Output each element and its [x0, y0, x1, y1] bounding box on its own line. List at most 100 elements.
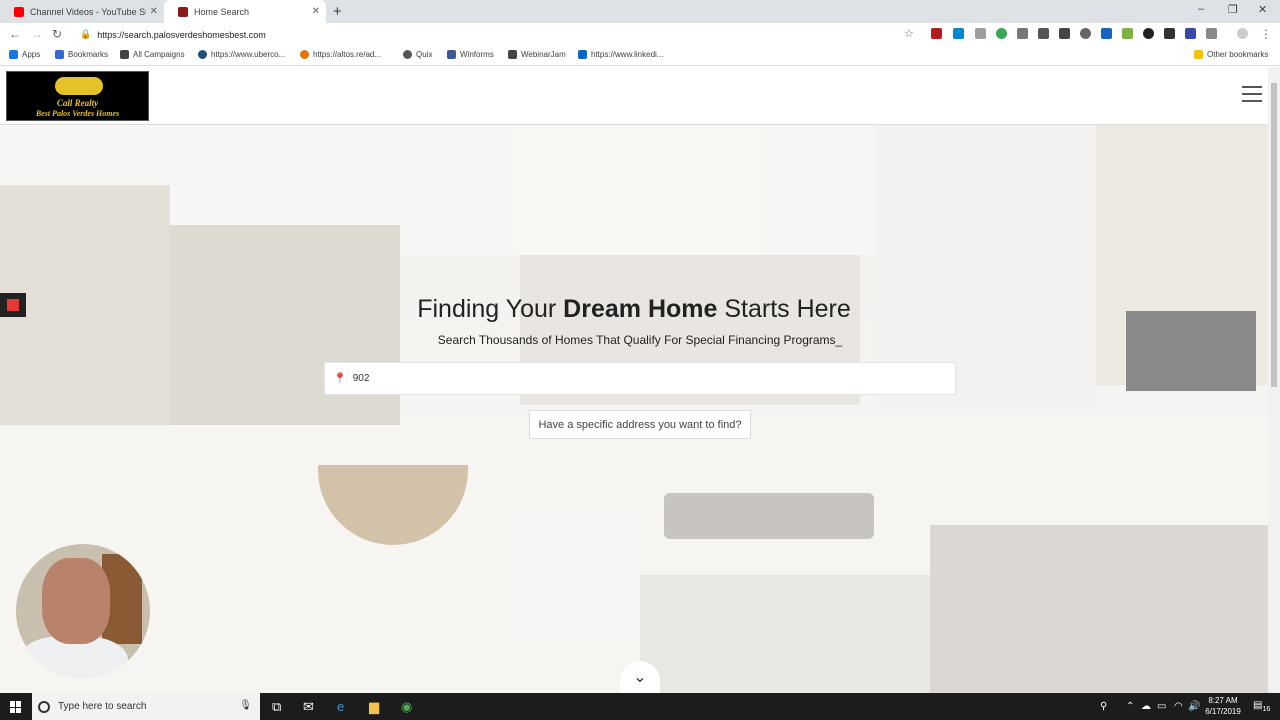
tray-chevron-icon[interactable]: ⌃ [1126, 701, 1134, 712]
headline-post: Starts Here [717, 295, 851, 323]
bookmark-quix[interactable]: Quix [403, 50, 432, 59]
menu-dots-icon[interactable]: ⋮ [1260, 27, 1272, 41]
link-icon[interactable] [1059, 28, 1070, 39]
winforms-icon [447, 50, 456, 59]
bookmark-label: Other bookmarks [1207, 50, 1269, 59]
bookmarks-bar: Apps Bookmarks All Campaigns https://www… [0, 46, 1280, 66]
profile-avatar-icon[interactable] [1237, 28, 1248, 39]
bookmark-linkedin[interactable]: https://www.linkedi... [578, 50, 663, 59]
extension-icon[interactable] [1101, 28, 1112, 39]
youtube-icon [14, 6, 24, 17]
folder-icon [1194, 50, 1203, 59]
notification-count: 16 [1262, 706, 1271, 713]
location-search-input[interactable] [352, 373, 913, 384]
record-stop-icon [7, 299, 19, 311]
bookmark-label: https://www.linkedi... [591, 50, 664, 59]
onedrive-icon[interactable]: ☁ [1141, 701, 1151, 712]
url-text: https://search.palosverdeshomesbest.com [97, 29, 266, 40]
webcam-overlay [16, 544, 150, 678]
extension-icon[interactable] [953, 28, 964, 39]
chrome-icon[interactable]: ◉ [401, 699, 412, 715]
bookmark-label: Winforms [460, 50, 494, 59]
page-scrollbar[interactable] [1268, 67, 1280, 693]
people-icon[interactable]: ⚲ [1100, 701, 1107, 712]
clock-time: 8:27 AM [1208, 696, 1238, 705]
bookmark-all-campaigns[interactable]: All Campaigns [120, 50, 185, 59]
headline-pre: Finding Your [417, 295, 564, 323]
mail-icon[interactable]: ✉ [303, 699, 314, 715]
hero-subheadline: Search Thousands of Homes That Qualify F… [437, 333, 843, 347]
site-favicon-icon [178, 6, 188, 17]
webcam-person-face [42, 558, 110, 644]
reload-icon[interactable]: ↻ [52, 27, 62, 41]
close-window-icon[interactable]: ✕ [1258, 3, 1267, 16]
quix-icon [403, 50, 412, 59]
windows-taskbar: Type here to search 🎙 ⧉ ✉ e ▆ ◉ ⚲ ⌃ ☁ ▭ … [0, 693, 1280, 720]
bookmark-label: https://www.uberco... [211, 50, 286, 59]
notification-center-icon[interactable]: ▤16 [1253, 700, 1270, 713]
bookmark-winforms[interactable]: Winforms [447, 50, 494, 59]
bookmark-altos[interactable]: https://altos.re/ad... [300, 50, 381, 59]
bookmark-bookmarks[interactable]: Bookmarks [55, 50, 108, 59]
altos-icon [300, 50, 309, 59]
bookmark-webinarjam[interactable]: WebinarJam [508, 50, 566, 59]
location-search-bar[interactable]: 📍 [324, 362, 956, 395]
taskbar-clock[interactable]: 8:27 AM 6/17/2019 [1200, 695, 1246, 717]
windows-start-icon[interactable] [10, 701, 22, 713]
new-tab-button[interactable]: + [333, 3, 342, 20]
extension-icon[interactable] [1122, 28, 1133, 39]
bookmark-label: WebinarJam [521, 50, 566, 59]
acrobat-extension-icon[interactable] [931, 28, 942, 39]
tab-channel-videos[interactable]: Channel Videos - YouTube Studio ✕ [0, 0, 164, 23]
bookmark-star-icon[interactable]: ☆ [904, 27, 914, 40]
map-pin-icon: 📍 [333, 373, 347, 385]
specific-address-button[interactable]: Have a specific address you want to find… [529, 410, 751, 439]
taskbar-search-placeholder: Type here to search [58, 701, 147, 712]
hero-overlay [0, 125, 1268, 693]
extension-icon[interactable] [1080, 28, 1091, 39]
bookmark-label: All Campaigns [133, 50, 185, 59]
volume-icon[interactable]: 🔊 [1188, 701, 1200, 712]
edge-browser-icon[interactable]: e [337, 699, 344, 714]
apps-icon [9, 50, 18, 59]
headline-bold: Dream Home [563, 295, 718, 323]
hamburger-menu-icon[interactable] [1242, 86, 1262, 104]
extension-icon[interactable] [1143, 28, 1154, 39]
scrollbar-thumb[interactable] [1271, 83, 1277, 387]
back-icon[interactable]: ← [9, 27, 21, 41]
minimize-icon[interactable]: – [1198, 3, 1204, 15]
address-bar[interactable]: 🔒 https://search.palosverdeshomesbest.co… [76, 25, 920, 44]
extension-icon[interactable] [996, 28, 1007, 39]
webinarjam-icon [508, 50, 517, 59]
extension-icon[interactable] [1185, 28, 1196, 39]
site-logo[interactable]: Call Realty Best Palos Verdes Homes [6, 71, 149, 121]
extension-icon[interactable] [975, 28, 986, 39]
scroll-down-chevron-icon[interactable]: ⌄ [620, 661, 660, 693]
battery-icon[interactable]: ▭ [1157, 701, 1166, 712]
logo-line2: Best Palos Verdes Homes [35, 109, 120, 118]
close-icon[interactable]: ✕ [312, 6, 320, 17]
site-header: Call Realty Best Palos Verdes Homes [0, 67, 1268, 125]
hero-headline: Finding Your Dream Home Starts Here [0, 295, 1268, 324]
microphone-icon[interactable]: 🎙 [239, 700, 252, 711]
tab-home-search[interactable]: Home Search ✕ [164, 0, 326, 23]
wifi-icon[interactable]: ◠ [1174, 701, 1183, 712]
bookmark-label: Quix [416, 50, 433, 59]
logo-emblem-icon [55, 77, 103, 95]
file-explorer-icon[interactable]: ▆ [369, 699, 379, 715]
extension-icon[interactable] [1017, 28, 1028, 39]
bookmark-apps[interactable]: Apps [9, 50, 40, 59]
task-view-icon[interactable]: ⧉ [272, 699, 281, 715]
extension-icon[interactable] [1206, 28, 1217, 39]
record-indicator[interactable] [0, 293, 26, 317]
taskbar-search-box[interactable]: Type here to search 🎙 [32, 693, 260, 720]
lock-icon: 🔒 [80, 29, 92, 39]
bookmark-other[interactable]: Other bookmarks [1194, 50, 1268, 59]
extension-icon[interactable] [1038, 28, 1049, 39]
close-icon[interactable]: ✕ [150, 6, 158, 17]
cortana-icon [38, 700, 50, 713]
bookmark-uberco[interactable]: https://www.uberco... [198, 50, 285, 59]
restore-icon[interactable]: ❐ [1228, 3, 1238, 16]
forward-icon[interactable]: → [31, 27, 43, 41]
extension-icon[interactable] [1164, 28, 1175, 39]
